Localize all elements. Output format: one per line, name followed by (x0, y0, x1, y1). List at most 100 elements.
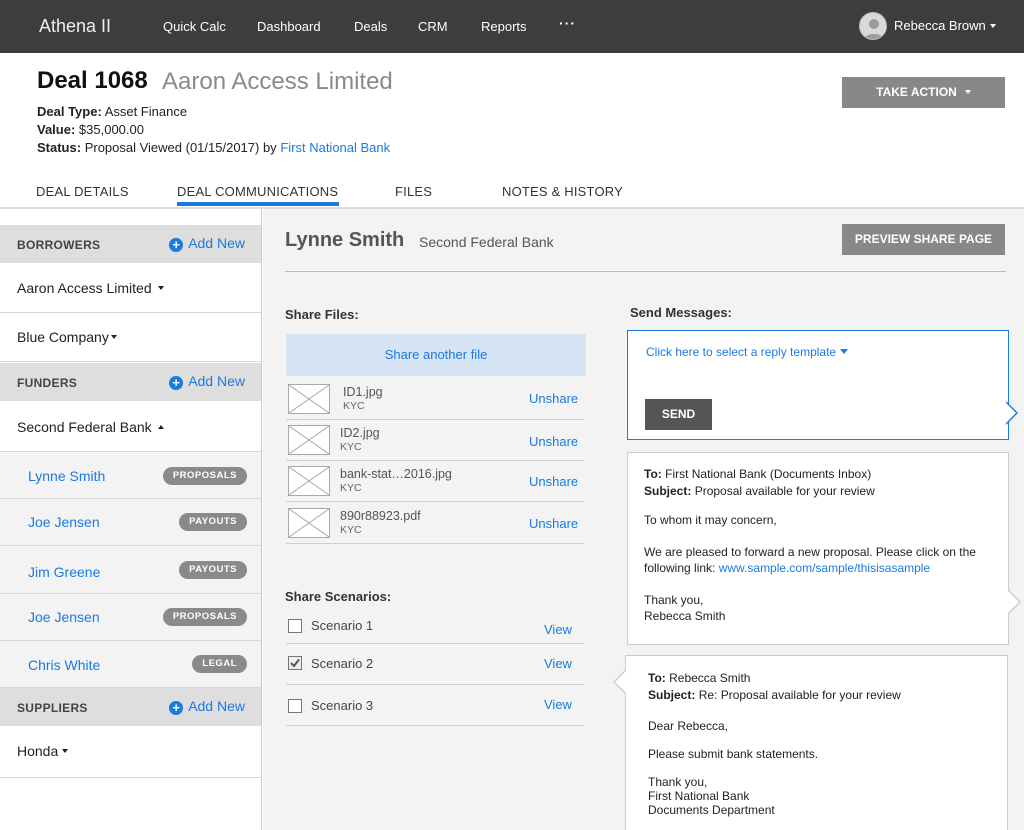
subject-value: Proposal available for your review (694, 484, 875, 498)
contact-name: Lynne Smith (28, 468, 106, 484)
image-placeholder-icon (288, 384, 330, 414)
to-value: First National Bank (Documents Inbox) (665, 467, 872, 481)
funder-org-label: Second Federal Bank (17, 419, 164, 435)
file-name: ID2.jpg (340, 426, 380, 440)
funders-header: FUNDERS + Add New (0, 363, 261, 401)
deal-status-label: Status: (37, 140, 82, 155)
role-badge: PROPOSALS (162, 467, 247, 485)
contact-name: Joe Jensen (28, 609, 100, 625)
more-menu-icon[interactable]: ··· (559, 15, 576, 31)
funder-contact-item[interactable]: Chris White LEGAL (0, 641, 261, 688)
funder-contact-item[interactable]: Joe Jensen PROPOSALS (0, 594, 261, 641)
scenario-row: Scenario 1 View (286, 607, 584, 644)
message-signoff: Thank you, (648, 775, 708, 789)
nav-crm[interactable]: CRM (418, 19, 448, 34)
chevron-down-icon (989, 23, 996, 28)
chevron-down-icon (964, 89, 971, 94)
message-card-incoming: To: Rebecca Smith Subject: Re: Proposal … (625, 655, 1008, 830)
scenario-checkbox[interactable] (288, 656, 302, 670)
take-action-label: TAKE ACTION (876, 85, 957, 99)
deal-status: Status: Proposal Viewed (01/15/2017) by … (37, 140, 390, 155)
message-link[interactable]: www.sample.com/sample/thisisasample (719, 561, 930, 575)
message-pointer-fill (615, 671, 626, 693)
shared-file-row: ID1.jpg KYC Unshare (286, 379, 584, 420)
preview-share-page-button[interactable]: PREVIEW SHARE PAGE (842, 224, 1005, 255)
message-pointer-fill (1008, 591, 1019, 613)
plus-circle-icon: + (169, 238, 184, 252)
contact-name: Chris White (28, 657, 101, 673)
unshare-link[interactable]: Unshare (529, 516, 578, 531)
shared-file-row: 890r88923.pdf KYC Unshare (286, 503, 584, 544)
user-name: Rebecca Brown (894, 18, 986, 33)
scenario-view-link[interactable]: View (544, 656, 572, 671)
scenario-checkbox[interactable] (288, 619, 302, 633)
reply-template-label: Click here to select a reply template (646, 345, 837, 359)
borrowers-title: BORROWERS (17, 238, 101, 252)
contact-name: Joe Jensen (28, 514, 100, 530)
scenario-label: Scenario 3 (311, 698, 374, 713)
tab-notes-history[interactable]: NOTES & HISTORY (502, 184, 623, 199)
tab-deal-details[interactable]: DEAL DETAILS (36, 184, 129, 199)
borrower-label: Aaron Access Limited (17, 280, 164, 296)
subject-label: Subject: (644, 484, 692, 498)
nav-deals[interactable]: Deals (354, 19, 387, 34)
deal-value-amount: $35,000.00 (78, 122, 144, 137)
image-placeholder-icon (288, 425, 330, 455)
user-avatar-icon (864, 19, 884, 39)
funder-org-item[interactable]: Second Federal Bank (0, 401, 261, 452)
chevron-down-icon (840, 349, 849, 355)
suppliers-header: SUPPLIERS + Add New (0, 688, 261, 726)
file-tag: KYC (340, 441, 362, 453)
scenario-label: Scenario 1 (311, 618, 374, 633)
deal-name: Aaron Access Limited (162, 68, 393, 95)
scenario-row: Scenario 2 View (286, 644, 584, 685)
add-supplier-button[interactable]: + Add New (169, 698, 245, 715)
parties-sidebar: BORROWERS + Add New Aaron Access Limited … (0, 209, 262, 830)
avatar[interactable] (859, 12, 887, 40)
unshare-link[interactable]: Unshare (529, 474, 578, 489)
tab-files[interactable]: FILES (395, 184, 432, 199)
subject-value: Re: Proposal available for your review (698, 688, 901, 702)
share-scenarios-title: Share Scenarios: (285, 589, 392, 604)
nav-quick-calc[interactable]: Quick Calc (163, 19, 226, 34)
nav-reports[interactable]: Reports (481, 19, 527, 34)
borrower-name: Blue Company (17, 329, 109, 345)
funder-contact-item[interactable]: Jim Greene PAYOUTS (0, 546, 261, 594)
deal-value-label: Value: (37, 122, 76, 137)
plus-circle-icon: + (169, 376, 184, 390)
funder-contact-item[interactable]: Lynne Smith PROPOSALS (0, 452, 261, 499)
message-subject: Subject: Re: Proposal available for your… (648, 688, 901, 702)
take-action-button[interactable]: TAKE ACTION (842, 77, 1005, 108)
borrower-item[interactable]: Aaron Access Limited (0, 263, 261, 313)
add-borrower-button[interactable]: + Add New (169, 235, 245, 252)
deal-value: Value: $35,000.00 (37, 122, 144, 137)
send-button[interactable]: SEND (645, 399, 712, 430)
reply-template-select[interactable]: Click here to select a reply template (646, 345, 849, 359)
deal-type-label: Deal Type: (37, 104, 102, 119)
message-greeting: To whom it may concern, (644, 513, 777, 527)
scenario-checkbox[interactable] (288, 699, 302, 713)
borrower-label: Blue Company (17, 329, 117, 345)
deal-status-value: Proposal Viewed (01/15/2017) by (84, 140, 277, 155)
message-body: following link: (644, 561, 716, 575)
contact-name: Jim Greene (28, 564, 101, 580)
status-bank-link[interactable]: First National Bank (280, 140, 390, 155)
scenario-view-link[interactable]: View (544, 622, 572, 637)
send-messages-title: Send Messages: (630, 305, 732, 320)
add-funder-button[interactable]: + Add New (169, 373, 245, 390)
user-menu[interactable]: Rebecca Brown (894, 18, 996, 33)
app-title[interactable]: Athena II (39, 16, 111, 37)
nav-dashboard[interactable]: Dashboard (257, 19, 321, 34)
shared-file-row: bank-stat…2016.jpg KYC Unshare (286, 461, 584, 502)
unshare-link[interactable]: Unshare (529, 391, 578, 406)
supplier-item[interactable]: Honda (0, 726, 261, 778)
add-new-label: Add New (188, 373, 245, 389)
tab-deal-communications[interactable]: DEAL COMMUNICATIONS (177, 184, 338, 199)
chevron-up-icon (157, 425, 164, 430)
borrower-item[interactable]: Blue Company (0, 313, 261, 362)
funder-contact-item[interactable]: Joe Jensen PAYOUTS (0, 499, 261, 546)
share-files-title: Share Files: (285, 307, 359, 322)
unshare-link[interactable]: Unshare (529, 434, 578, 449)
scenario-view-link[interactable]: View (544, 697, 572, 712)
share-another-file-button[interactable]: Share another file (286, 334, 586, 376)
